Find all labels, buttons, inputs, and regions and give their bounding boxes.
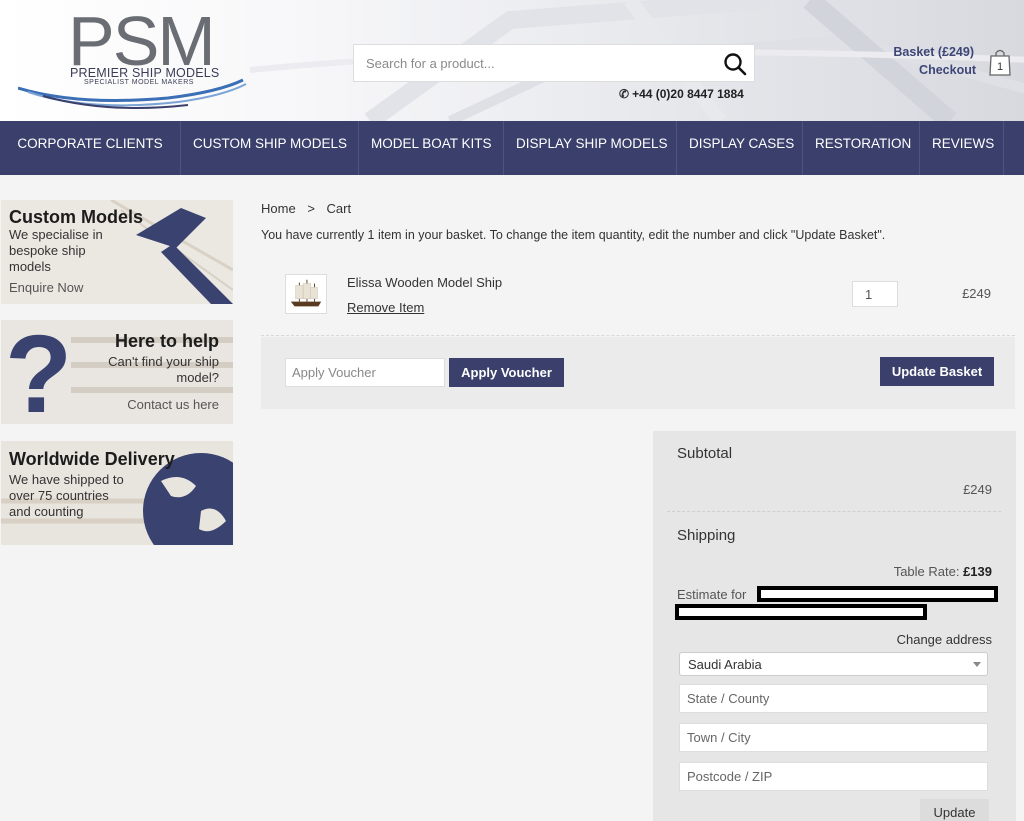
basket-count: 1: [997, 61, 1003, 73]
basket-intro-text: You have currently 1 item in your basket…: [261, 228, 886, 242]
shipping-rate: Table Rate: £139: [894, 564, 992, 579]
logo-name: PREMIER SHIP MODELS: [70, 66, 220, 80]
promo-here-to-help[interactable]: ? Here to help Can't find your ship mode…: [1, 320, 233, 424]
main-nav: CORPORATE CLIENTS CUSTOM SHIP MODELS MOD…: [0, 121, 1024, 175]
breadcrumb-home[interactable]: Home: [261, 201, 296, 216]
nav-restoration[interactable]: RESTORATION: [803, 121, 920, 175]
promo-text-line: models: [9, 259, 51, 274]
voucher-section: Apply Voucher Update Basket: [261, 337, 1015, 409]
promo-text-line: over 75 countries: [9, 488, 109, 503]
search-bar: [353, 44, 755, 82]
breadcrumb: Home > Cart: [261, 201, 359, 216]
nav-display-ship-models[interactable]: DISPLAY SHIP MODELS: [504, 121, 677, 175]
chevron-down-icon: [973, 662, 981, 667]
phone-number[interactable]: ✆ +44 (0)20 8447 1884: [619, 87, 744, 101]
product-thumbnail[interactable]: [285, 274, 327, 314]
state-input[interactable]: [679, 684, 988, 713]
promo-worldwide-delivery[interactable]: Worldwide Delivery We have shipped to ov…: [1, 441, 233, 545]
promo-text-line: We have shipped to: [9, 472, 124, 487]
svg-text:?: ?: [5, 320, 72, 424]
voucher-input[interactable]: [285, 358, 445, 387]
phone-text: +44 (0)20 8447 1884: [632, 87, 744, 101]
update-shipping-button[interactable]: Update: [920, 799, 989, 821]
product-name[interactable]: Elissa Wooden Model Ship: [347, 275, 502, 290]
subtotal-value: £249: [963, 482, 992, 497]
site-header: PSM PREMIER SHIP MODELS SPECIALIST MODEL…: [0, 0, 1024, 121]
quantity-input[interactable]: [852, 281, 898, 307]
redacted-address: [675, 604, 927, 620]
logo-tagline: SPECIALIST MODEL MAKERS: [84, 79, 194, 86]
nav-model-boat-kits[interactable]: MODEL BOAT KITS: [359, 121, 504, 175]
estimate-label: Estimate for: [677, 587, 747, 602]
postcode-input[interactable]: [679, 762, 988, 791]
promo-text-line: model?: [176, 370, 219, 385]
shopping-bag-icon[interactable]: 1: [988, 47, 1012, 77]
promo-title: Here to help: [114, 331, 219, 351]
subtotal-label: Subtotal: [677, 445, 733, 462]
enquire-now-link[interactable]: Enquire Now: [9, 280, 83, 295]
site-logo[interactable]: PSM PREMIER SHIP MODELS SPECIALIST MODEL…: [18, 6, 248, 116]
apply-voucher-button[interactable]: Apply Voucher: [449, 358, 564, 387]
search-icon[interactable]: [722, 51, 748, 77]
remove-item-link[interactable]: Remove Item: [347, 300, 424, 315]
contact-us-link[interactable]: Contact us here: [127, 397, 219, 412]
checkout-link[interactable]: Checkout: [919, 63, 976, 77]
line-price: £249: [962, 286, 991, 301]
basket-link[interactable]: Basket (£249): [893, 45, 974, 59]
phone-icon: ✆: [619, 87, 630, 101]
promo-title: Custom Models: [9, 207, 144, 227]
cart-totals-panel: Subtotal £249 Shipping Table Rate: £139 …: [653, 431, 1016, 821]
breadcrumb-separator: >: [307, 201, 315, 216]
promo-text-line: and counting: [9, 504, 84, 519]
promo-text-line: Can't find your ship: [108, 354, 219, 369]
shipping-rate-value: £139: [963, 564, 992, 579]
update-basket-button[interactable]: Update Basket: [880, 357, 994, 386]
country-selected: Saudi Arabia: [688, 657, 762, 672]
breadcrumb-current: Cart: [326, 201, 352, 216]
nav-reviews[interactable]: REVIEWS: [920, 121, 1004, 175]
town-input[interactable]: [679, 723, 988, 752]
promo-text-line: We specialise in: [9, 227, 103, 242]
nav-custom-ship-models[interactable]: CUSTOM SHIP MODELS: [181, 121, 359, 175]
divider: [667, 511, 1001, 512]
cart-item-row: Elissa Wooden Model Ship Remove Item £24…: [261, 266, 1015, 336]
shipping-label: Shipping: [677, 527, 736, 544]
change-address-link[interactable]: Change address: [897, 632, 992, 647]
redacted-address: [757, 586, 998, 602]
promo-text-line: bespoke ship: [9, 243, 86, 258]
shipping-rate-label: Table Rate:: [893, 564, 960, 579]
promo-custom-models[interactable]: Custom Models We specialise in bespoke s…: [1, 200, 233, 304]
search-input[interactable]: [366, 45, 696, 81]
country-select[interactable]: Saudi Arabia: [679, 652, 988, 676]
promo-title: Worldwide Delivery: [9, 449, 175, 469]
nav-display-cases[interactable]: DISPLAY CASES: [677, 121, 803, 175]
nav-corporate-clients[interactable]: CORPORATE CLIENTS: [0, 121, 181, 175]
